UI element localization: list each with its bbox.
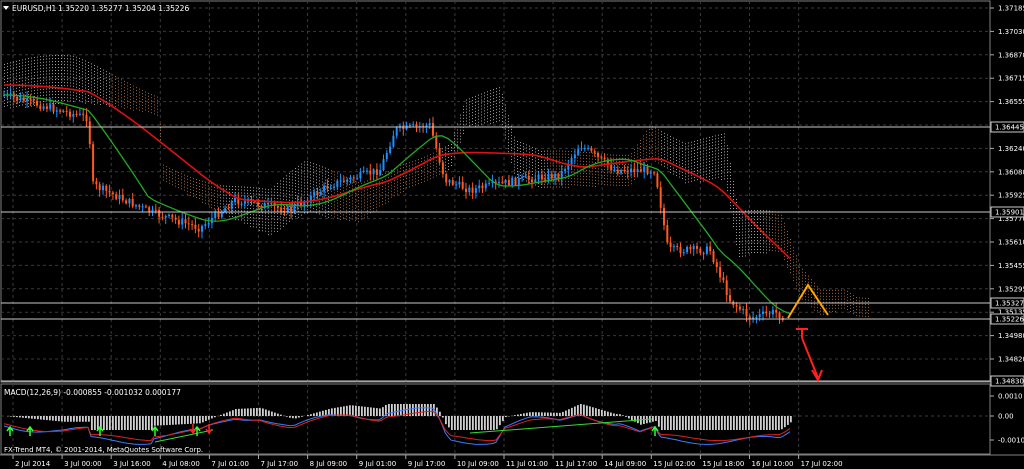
time-tick-label: 11 Jul 01:00 <box>506 460 548 468</box>
price-marker-label: 1.35226 <box>995 316 1024 324</box>
price-tick-label: 1.37030 <box>998 28 1024 36</box>
ichimoku-cloud <box>4 55 869 317</box>
price-tick-label: 1.35455 <box>998 262 1024 270</box>
price-tick-label: 1.36080 <box>998 168 1024 176</box>
arrow-up-icon <box>151 425 159 436</box>
price-marker-label: 1.35901 <box>995 209 1024 217</box>
time-tick-label: 7 Jul 17:00 <box>261 460 299 468</box>
time-tick-label: 14 Jul 09:00 <box>604 460 646 468</box>
symbol-label: EURUSD,H1 <box>12 4 56 13</box>
time-tick-label: 9 Jul 17:00 <box>408 460 446 468</box>
price-axis[interactable]: 1.371851.370301.368701.367151.365551.363… <box>990 5 1024 387</box>
time-tick-label: 2 Jul 2014 <box>15 460 51 468</box>
price-tick-label: 1.36240 <box>998 145 1024 153</box>
price-tick-label: 1.36870 <box>998 51 1024 59</box>
price-tick-label: 1.35295 <box>998 285 1024 293</box>
macd-histogram <box>7 404 792 430</box>
price-marker-label: 1.36445 <box>995 124 1024 132</box>
time-tick-label: 4 Jul 08:00 <box>162 460 200 468</box>
time-tick-label: 16 Jul 10:00 <box>752 460 794 468</box>
price-marker-label: 1.34830 <box>995 378 1024 386</box>
price-tick-label: 1.34980 <box>998 332 1024 340</box>
price-tick-label: 1.35610 <box>998 239 1024 247</box>
macd-axis[interactable]: 0.0010 0.00 -0.0010 <box>990 393 1024 445</box>
time-tick-label: 15 Jul 18:00 <box>702 460 744 468</box>
time-tick-label: 8 Jul 09:00 <box>310 460 348 468</box>
price-pane[interactable] <box>0 0 991 383</box>
time-tick-label: 3 Jul 16:00 <box>113 460 151 468</box>
price-tick-label: 1.37185 <box>998 5 1024 13</box>
time-tick-label: 3 Jul 00:00 <box>64 460 102 468</box>
arrow-down-icon <box>796 328 823 383</box>
price-tick-label: 1.36715 <box>998 75 1024 83</box>
price-tick-label: 1.35925 <box>998 192 1024 200</box>
macd-tick-label: 0.00 <box>998 413 1014 421</box>
time-tick-label: 11 Jul 17:00 <box>555 460 597 468</box>
macd-label: MACD(12,26,9) -0.000855 -0.001032 0.0001… <box>4 388 181 397</box>
time-tick-label: 15 Jul 02:00 <box>653 460 695 468</box>
footer-branding: FX-Trend MT4, © 2001-2014, MetaQuotes So… <box>4 446 203 454</box>
projection-wave <box>787 283 829 319</box>
price-marker-label: 1.35327 <box>995 300 1024 308</box>
chart-window[interactable]: 1.371851.370301.368701.367151.365551.363… <box>0 0 1024 469</box>
price-tick-label: 1.36555 <box>998 98 1024 106</box>
macd-tick-label: 0.0010 <box>998 393 1023 401</box>
time-axis[interactable]: 2 Jul 2014 3 Jul 00:00 3 Jul 16:00 4 Jul 08… <box>12 455 843 468</box>
price-candles <box>3 87 784 326</box>
time-tick-label: 10 Jul 09:00 <box>457 460 499 468</box>
time-tick-label: 17 Jul 02:00 <box>801 460 843 468</box>
time-tick-label: 7 Jul 01:00 <box>211 460 249 468</box>
macd-tick-label: -0.0010 <box>998 437 1024 445</box>
price-tick-label: 1.34820 <box>998 356 1024 364</box>
ohlc-values: 1.35220 1.35277 1.35204 1.35226 <box>58 4 189 13</box>
time-tick-label: 9 Jul 01:00 <box>359 460 397 468</box>
